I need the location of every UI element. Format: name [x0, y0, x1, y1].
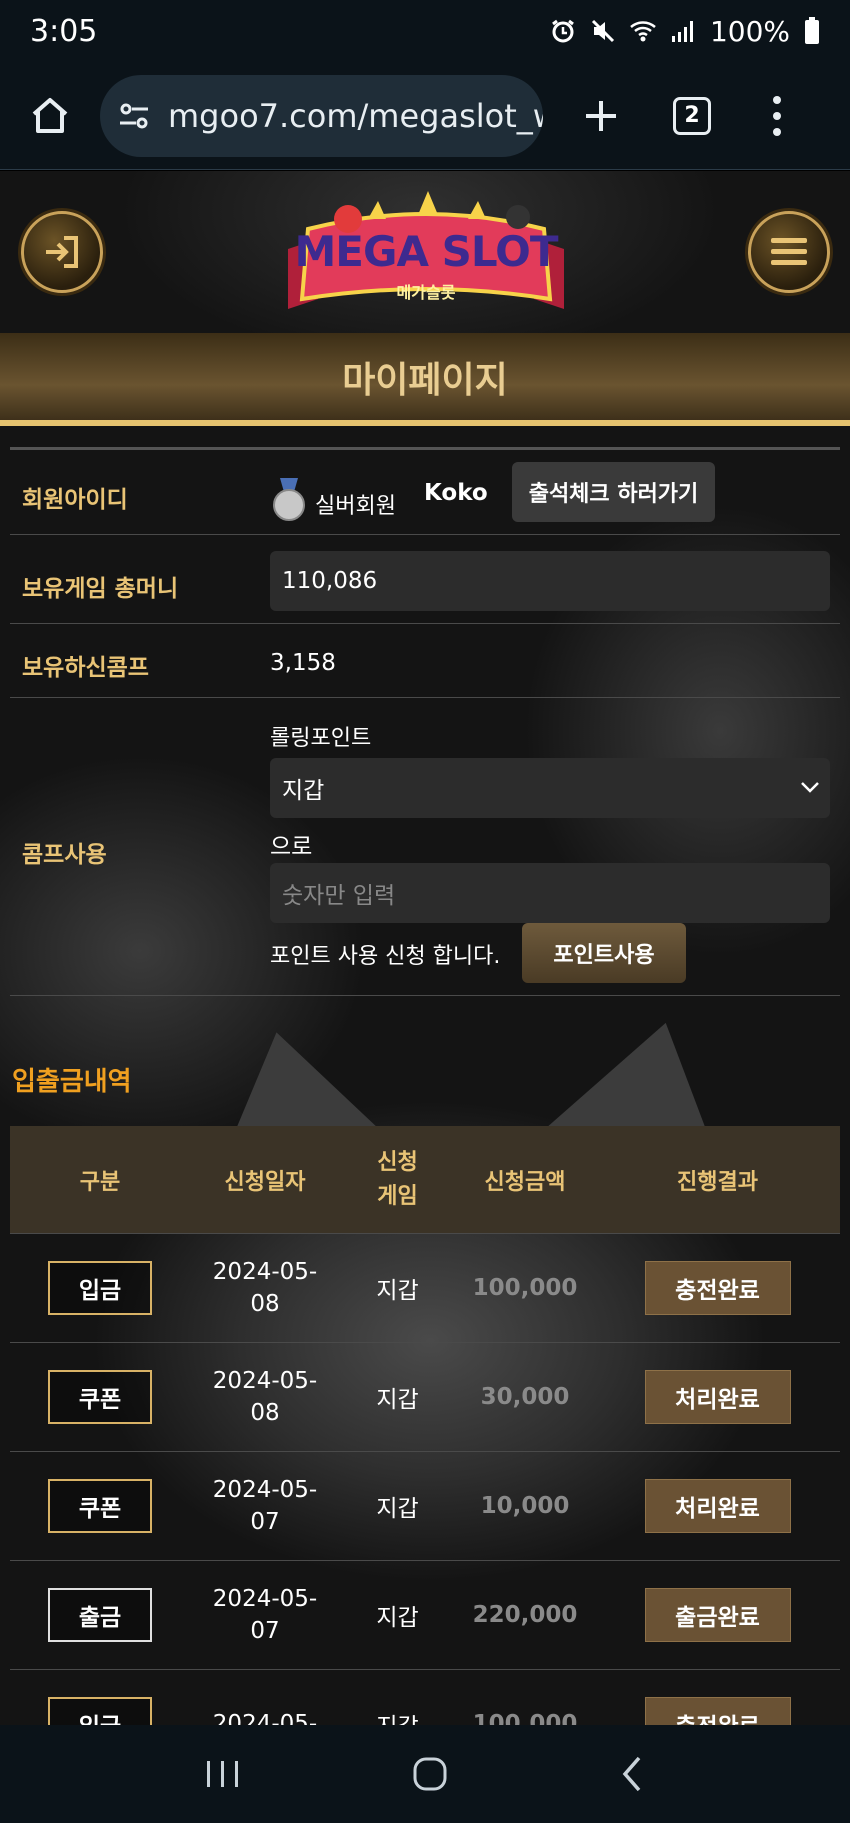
table-row: 입금 2024-05- 지갑 100,000 충전완료 — [10, 1670, 840, 1725]
login-button[interactable] — [21, 211, 103, 293]
comp-value: 3,158 — [270, 650, 336, 676]
game-money-label: 보유게임 총머니 — [22, 576, 179, 602]
table-row: 출금 2024-05-07 지갑 220,000 출금완료 — [10, 1561, 840, 1670]
status-time: 3:05 — [30, 13, 98, 49]
col-date: 신청일자 — [224, 1169, 306, 1195]
row-amount: 100,000 — [472, 1711, 578, 1725]
browser-menu-button[interactable] — [767, 88, 787, 144]
table-header: 구분 신청일자 신청게임 신청금액 진행결과 — [10, 1126, 840, 1234]
hamburger-icon — [771, 238, 807, 265]
row-date: 2024-05-07 — [212, 1586, 318, 1644]
type-badge: 입금 — [48, 1697, 152, 1725]
row-amount: 100,000 — [472, 1275, 578, 1301]
row-amount: 10,000 — [480, 1493, 570, 1519]
result-badge: 출금완료 — [644, 1588, 791, 1642]
dot-icon — [773, 95, 781, 104]
table-row: 입금 2024-05-08 지갑 100,000 충전완료 — [10, 1234, 840, 1343]
new-tab-button[interactable] — [573, 88, 629, 144]
col-game: 신청게임 — [377, 1149, 418, 1209]
silver-medal-icon — [273, 478, 305, 521]
row-date: 2024-05-07 — [212, 1477, 318, 1535]
apply-text: 포인트 사용 신청 합니다. — [270, 944, 501, 969]
page-title: 마이페이지 — [0, 333, 850, 426]
menu-button[interactable] — [748, 211, 830, 293]
signal-icon — [671, 21, 693, 42]
row-date: 2024-05- — [212, 1711, 318, 1725]
member-id-label: 회원아이디 — [22, 487, 128, 513]
wallet-selected: 지갑 — [282, 778, 325, 804]
game-money-field: 110,086 — [270, 551, 830, 611]
rolling-point-text: 롤링포인트 — [270, 726, 372, 751]
dot-icon — [773, 127, 781, 136]
result-badge: 충전완료 — [644, 1697, 791, 1725]
member-username: Koko — [424, 480, 488, 506]
megaslot-logo[interactable]: MEGA SLOT 메가슬롯 — [278, 189, 574, 329]
comp-use-label: 콤프사용 — [22, 842, 107, 868]
battery-percent: 100% — [709, 14, 790, 48]
home-nav-button[interactable] — [410, 1754, 450, 1794]
row-game: 지갑 — [340, 1707, 455, 1725]
table-row: 쿠폰 2024-05-07 지갑 10,000 처리완료 — [10, 1452, 840, 1561]
row-game: 지갑 — [376, 1278, 419, 1304]
login-icon — [46, 236, 78, 268]
battery-icon — [805, 17, 819, 44]
row-game: 지갑 — [376, 1387, 419, 1413]
comp-row: 보유하신콤프 3,158 — [10, 623, 840, 697]
col-type: 구분 — [79, 1169, 121, 1195]
type-badge: 출금 — [48, 1588, 152, 1642]
result-badge: 충전완료 — [644, 1261, 791, 1315]
table-row: 쿠폰 2024-05-08 지갑 30,000 처리완료 — [10, 1343, 840, 1452]
back-button[interactable] — [617, 1754, 647, 1794]
comp-use-row: 콤프사용 롤링포인트 지갑 으로 숫자만 입력 포인트 사용 신청 합니다. 포… — [10, 697, 840, 996]
game-money-row: 보유게임 총머니 110,086 — [10, 534, 840, 623]
alarm-icon — [552, 19, 574, 43]
tab-count: 2 — [684, 103, 700, 128]
recent-apps-button[interactable] — [203, 1757, 243, 1791]
site-header: MEGA SLOT 메가슬롯 — [0, 171, 850, 333]
to-text: 으로 — [270, 834, 313, 860]
plus-icon — [586, 100, 616, 131]
site-settings-icon[interactable] — [118, 100, 150, 132]
member-grade: 실버회원 — [315, 494, 396, 519]
type-badge: 쿠폰 — [48, 1479, 152, 1533]
tab-switcher-button[interactable]: 2 — [673, 96, 711, 135]
dot-icon — [773, 111, 781, 120]
col-result: 진행결과 — [677, 1169, 758, 1195]
history-table: 구분 신청일자 신청게임 신청금액 진행결과 입금 2024-05-08 지갑 … — [10, 1126, 840, 1725]
result-badge: 처리완료 — [644, 1479, 791, 1533]
type-badge: 쿠폰 — [48, 1370, 152, 1424]
member-info: 회원아이디 실버회원 Koko 출석체크 하러가기 보유게임 총머니 110,0… — [10, 447, 840, 996]
point-amount-placeholder: 숫자만 입력 — [282, 883, 396, 909]
row-game: 지갑 — [376, 1496, 419, 1522]
logo-text: MEGA SLOT — [294, 227, 559, 276]
row-game: 지갑 — [376, 1605, 419, 1631]
home-icon — [32, 97, 68, 133]
status-bar: 3:05 100% — [0, 0, 850, 62]
logo-subtext: 메가슬롯 — [396, 283, 456, 302]
attendance-check-button[interactable]: 출석체크 하러가기 — [512, 462, 715, 522]
member-id-row: 회원아이디 실버회원 Koko 출석체크 하러가기 — [10, 447, 840, 534]
url-text: mgoo7.com/megaslot_w — [168, 96, 543, 135]
comp-label: 보유하신콤프 — [22, 655, 149, 681]
use-point-button[interactable]: 포인트사용 — [522, 923, 686, 983]
row-date: 2024-05-08 — [212, 1259, 318, 1317]
system-nav-bar — [0, 1725, 850, 1823]
row-amount: 30,000 — [480, 1384, 570, 1410]
address-bar[interactable]: mgoo7.com/megaslot_w — [100, 74, 543, 157]
point-amount-input[interactable]: 숫자만 입력 — [270, 863, 830, 923]
result-badge: 처리완료 — [644, 1370, 791, 1424]
home-button[interactable] — [22, 88, 78, 144]
wallet-select[interactable]: 지갑 — [270, 758, 830, 818]
browser-toolbar: mgoo7.com/megaslot_w 2 — [0, 62, 850, 170]
wifi-icon — [630, 21, 656, 42]
chevron-down-icon — [801, 782, 819, 793]
page-content: MEGA SLOT 메가슬롯 마이페이지 회원아이디 실버회원 Koko 출석체… — [0, 171, 850, 1725]
col-amount: 신청금액 — [484, 1169, 566, 1195]
type-badge: 입금 — [48, 1261, 152, 1315]
history-title: 입출금내역 — [12, 1067, 132, 1097]
game-money-value: 110,086 — [282, 568, 378, 594]
row-date: 2024-05-08 — [212, 1368, 318, 1426]
mute-icon — [591, 19, 614, 43]
row-amount: 220,000 — [472, 1602, 578, 1628]
